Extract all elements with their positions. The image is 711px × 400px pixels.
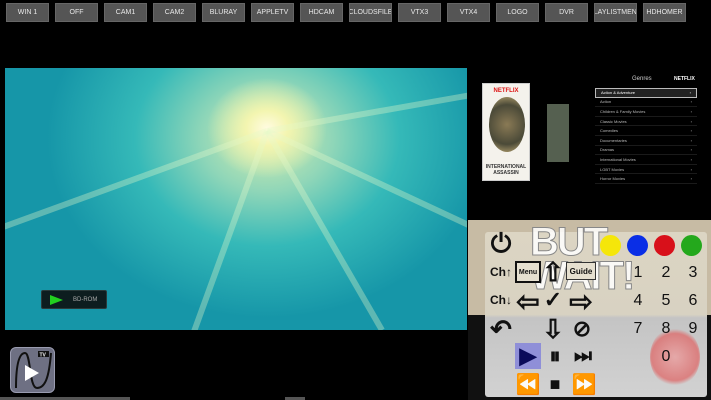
- channel-up-button[interactable]: Ch↑: [487, 264, 515, 280]
- play-icon: [50, 294, 63, 305]
- yellow-button[interactable]: [600, 235, 621, 256]
- arrow-down-icon[interactable]: ⇩: [542, 314, 564, 344]
- genre-item[interactable]: Classic Movies ›: [595, 117, 697, 127]
- input-button-cloudsfile[interactable]: CLOUDSFILE: [349, 3, 392, 22]
- playback-osd: BD-ROM: [41, 290, 107, 309]
- genre-label: Dramas: [600, 147, 615, 153]
- genre-label: Action: [600, 99, 612, 105]
- genre-list: Action & Adventure › Action › Children & Fam…: [595, 88, 697, 184]
- genre-item[interactable]: International Movies ›: [595, 155, 697, 165]
- chevron-right-icon: ›: [690, 166, 692, 172]
- poster-title: INTERNATIONAL ASSASSIN: [485, 164, 527, 176]
- rewind-button[interactable]: ⏪: [514, 372, 542, 396]
- osd-label: BD-ROM: [73, 296, 98, 303]
- chevron-right-icon: ›: [690, 118, 692, 124]
- tv-play-icon: TV: [15, 351, 52, 390]
- genre-item[interactable]: Children & Family Movies ›: [595, 107, 697, 117]
- number-button-7[interactable]: 7: [628, 318, 648, 340]
- chevron-right-icon: ›: [690, 108, 692, 114]
- genre-label: LGBT Movies: [600, 166, 625, 172]
- menu-button[interactable]: Menu: [515, 261, 541, 283]
- genre-item[interactable]: Documentaries ›: [595, 136, 697, 146]
- fast-forward-button[interactable]: ⏩: [570, 372, 598, 396]
- chevron-right-icon: ›: [690, 137, 692, 143]
- input-button-hdcam[interactable]: HDCAM: [300, 3, 343, 22]
- stop-button[interactable]: ■: [544, 372, 566, 396]
- arrow-up-icon[interactable]: ⇧: [542, 257, 564, 287]
- genre-label: Classic Movies: [600, 118, 627, 124]
- genres-title: Genres: [632, 76, 652, 82]
- chevron-right-icon: ›: [690, 99, 692, 105]
- poster-featured[interactable]: NETFLIX INTERNATIONAL ASSASSIN: [482, 83, 530, 181]
- input-button-off[interactable]: OFF: [55, 3, 98, 22]
- number-button-8[interactable]: 8: [656, 318, 676, 340]
- input-button-dvr[interactable]: DVR: [545, 3, 588, 22]
- number-button-0[interactable]: 0: [656, 346, 676, 368]
- genre-item[interactable]: LGBT Movies ›: [595, 165, 697, 175]
- input-button-win1[interactable]: WIN 1: [6, 3, 49, 22]
- number-button-1[interactable]: 1: [628, 262, 648, 284]
- power-icon[interactable]: ⏻: [486, 228, 516, 259]
- input-button-cam1[interactable]: CAM1: [104, 3, 147, 22]
- light-streak: [5, 128, 269, 230]
- genre-label: Horror Movies: [600, 176, 626, 182]
- red-button[interactable]: [654, 235, 675, 256]
- number-button-2[interactable]: 2: [656, 262, 676, 284]
- number-button-6[interactable]: 6: [683, 290, 703, 312]
- tv-app-icon[interactable]: TV: [10, 347, 55, 393]
- genre-label: Action & Adventure: [601, 90, 636, 96]
- genre-item[interactable]: Comedies ›: [595, 126, 697, 136]
- input-button-vtx3[interactable]: VTX3: [398, 3, 441, 22]
- input-button-appletv[interactable]: APPLETV: [251, 3, 294, 22]
- green-button[interactable]: [681, 235, 702, 256]
- chevron-right-icon: ›: [690, 176, 692, 182]
- chevron-right-icon: ›: [689, 90, 691, 96]
- chevron-right-icon: ›: [690, 128, 692, 134]
- back-icon[interactable]: ↶: [487, 314, 515, 344]
- svg-text:TV: TV: [40, 353, 47, 359]
- arrow-right-icon[interactable]: ⇨: [566, 286, 596, 317]
- video-preview[interactable]: BD-ROM: [5, 68, 467, 330]
- input-button-logo[interactable]: LOGO: [496, 3, 539, 22]
- pause-button[interactable]: ⏸: [544, 343, 566, 369]
- input-button-vtx4[interactable]: VTX4: [447, 3, 490, 22]
- netflix-logo: NETFLIX: [674, 76, 695, 82]
- input-button-playlistmenu[interactable]: PLAYLISTMENU: [594, 3, 637, 22]
- genre-label: Comedies: [600, 128, 619, 134]
- next-track-button[interactable]: ⏭: [570, 343, 596, 369]
- poster-secondary[interactable]: [547, 104, 569, 162]
- ok-check-icon[interactable]: ✓: [542, 287, 564, 312]
- guide-button[interactable]: Guide: [566, 262, 596, 280]
- genre-label: Children & Family Movies: [600, 108, 646, 114]
- poster-brand: NETFLIX: [493, 88, 519, 94]
- arrow-left-icon[interactable]: ⇦: [513, 286, 543, 317]
- cancel-icon[interactable]: ⊘: [570, 316, 594, 341]
- genre-item[interactable]: Dramas ›: [595, 146, 697, 156]
- poster-art: [489, 97, 525, 152]
- light-streak: [185, 129, 270, 330]
- genre-label: International Movies: [600, 156, 636, 162]
- chevron-right-icon: ›: [690, 156, 692, 162]
- number-button-4[interactable]: 4: [628, 290, 648, 312]
- number-button-3[interactable]: 3: [683, 262, 703, 284]
- genre-item[interactable]: Horror Movies ›: [595, 174, 697, 184]
- chevron-right-icon: ›: [690, 147, 692, 153]
- play-button[interactable]: ▶: [515, 343, 541, 369]
- input-button-hdhomer[interactable]: HDHOMER: [643, 3, 686, 22]
- number-button-9[interactable]: 9: [683, 318, 703, 340]
- number-button-5[interactable]: 5: [656, 290, 676, 312]
- input-button-bluray[interactable]: BLURAY: [202, 3, 245, 22]
- genre-item[interactable]: Action ›: [595, 98, 697, 108]
- light-streak: [266, 82, 467, 134]
- genre-label: Documentaries: [600, 137, 627, 143]
- input-selector-bar: WIN 1 OFF CAM1 CAM2 BLURAY APPLETV HDCAM CLOUDS…: [0, 3, 711, 23]
- input-button-cam2[interactable]: CAM2: [153, 3, 196, 22]
- genre-item[interactable]: Action & Adventure ›: [595, 88, 697, 98]
- channel-down-button[interactable]: Ch↓: [487, 292, 515, 308]
- blue-button[interactable]: [627, 235, 648, 256]
